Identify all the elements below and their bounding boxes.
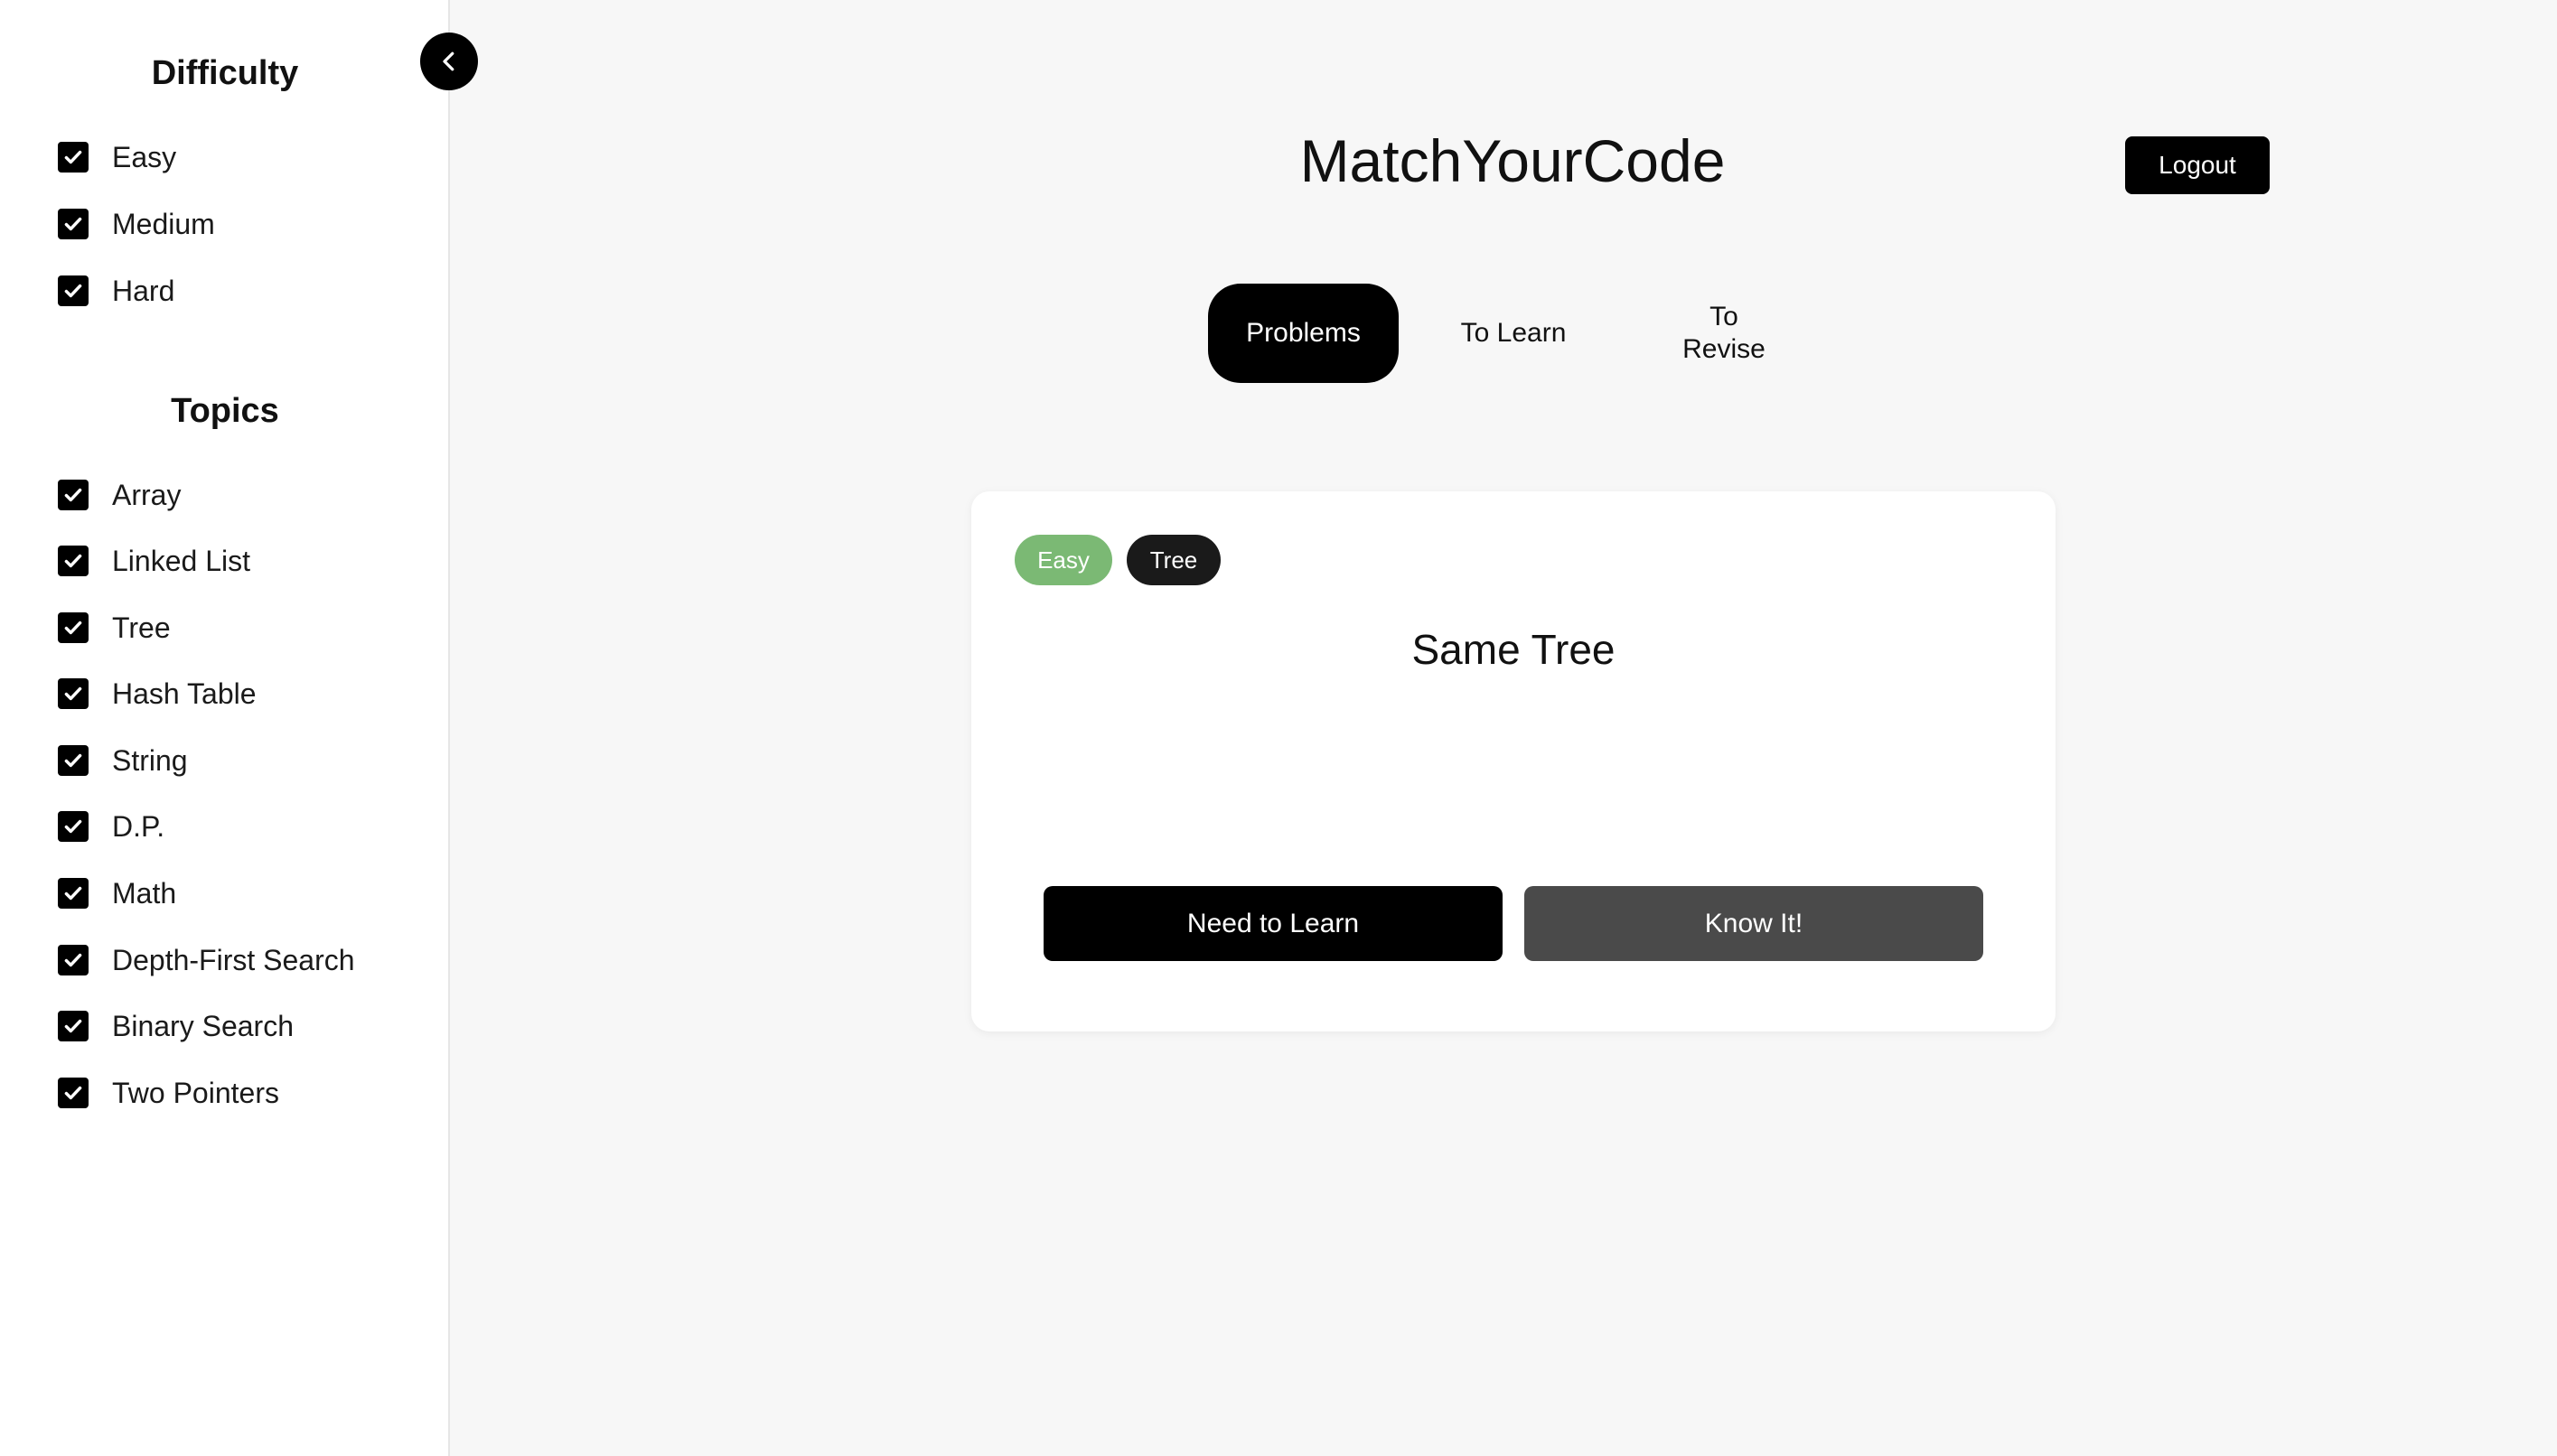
topic-filter-math[interactable]: Math	[58, 872, 176, 915]
topic-filter-binary-search[interactable]: Binary Search	[58, 1004, 294, 1048]
topic-label: D.P.	[112, 809, 165, 843]
topic-label: Math	[112, 876, 177, 910]
topic-badge: Tree	[1127, 535, 1221, 585]
difficulty-badge: Easy	[1015, 535, 1112, 585]
checkbox-checked-icon[interactable]	[58, 1078, 89, 1108]
topic-label: Binary Search	[112, 1009, 294, 1042]
difficulty-heading: Difficulty	[151, 54, 299, 92]
topic-filter-tree[interactable]: Tree	[58, 606, 171, 649]
topic-label: Hash Table	[112, 677, 257, 710]
checkbox-checked-icon[interactable]	[58, 1011, 89, 1041]
topic-label: Array	[112, 478, 182, 511]
checkbox-checked-icon[interactable]	[58, 209, 89, 239]
checkbox-checked-icon[interactable]	[58, 275, 89, 306]
topic-filter-two-pointers[interactable]: Two Pointers	[58, 1071, 279, 1115]
collapse-sidebar-button[interactable]	[420, 33, 478, 90]
difficulty-filter-medium[interactable]: Medium	[58, 202, 215, 246]
topic-filter-array[interactable]: Array	[58, 473, 181, 517]
topic-filter-linked-list[interactable]: Linked List	[58, 539, 250, 583]
difficulty-label: Medium	[112, 207, 215, 240]
topic-filter-dp[interactable]: D.P.	[58, 805, 164, 848]
checkbox-checked-icon[interactable]	[58, 878, 89, 909]
difficulty-label: Easy	[112, 140, 177, 173]
checkbox-checked-icon[interactable]	[58, 142, 89, 173]
checkbox-checked-icon[interactable]	[58, 546, 89, 576]
topic-filter-string[interactable]: String	[58, 739, 188, 782]
difficulty-label: Hard	[112, 274, 175, 307]
tab-to-revise[interactable]: To Revise	[1634, 284, 1814, 383]
problem-card: Easy Tree Same Tree Need to Learn Know I…	[971, 491, 2056, 1031]
difficulty-filter-easy[interactable]: Easy	[58, 135, 176, 179]
problem-title: Same Tree	[1411, 626, 1616, 673]
tab-problems[interactable]: Problems	[1208, 284, 1399, 383]
checkbox-checked-icon[interactable]	[58, 678, 89, 709]
checkbox-checked-icon[interactable]	[58, 811, 89, 842]
know-it-button[interactable]: Know It!	[1524, 886, 1983, 961]
topics-heading: Topics	[171, 392, 279, 430]
topic-label: Tree	[112, 611, 171, 644]
checkbox-checked-icon[interactable]	[58, 480, 89, 510]
logout-button[interactable]: Logout	[2125, 136, 2270, 194]
topic-filter-hash-table[interactable]: Hash Table	[58, 672, 257, 715]
checkbox-checked-icon[interactable]	[58, 612, 89, 643]
chevron-left-icon	[443, 51, 454, 71]
topic-label: Depth-First Search	[112, 943, 355, 976]
checkbox-checked-icon[interactable]	[58, 745, 89, 776]
difficulty-filter-hard[interactable]: Hard	[58, 269, 174, 313]
topic-label: Two Pointers	[112, 1076, 279, 1109]
app-title: MatchYourCode	[1299, 127, 1726, 194]
topic-label: Linked List	[112, 544, 250, 577]
topic-filter-depth-first-search[interactable]: Depth-First Search	[58, 938, 355, 982]
filter-sidebar: Difficulty Easy Medium Hard Topics Array…	[0, 0, 450, 1456]
need-to-learn-button[interactable]: Need to Learn	[1044, 886, 1503, 961]
checkbox-checked-icon[interactable]	[58, 945, 89, 975]
tab-to-learn[interactable]: To Learn	[1428, 284, 1599, 383]
topic-label: String	[112, 743, 188, 777]
